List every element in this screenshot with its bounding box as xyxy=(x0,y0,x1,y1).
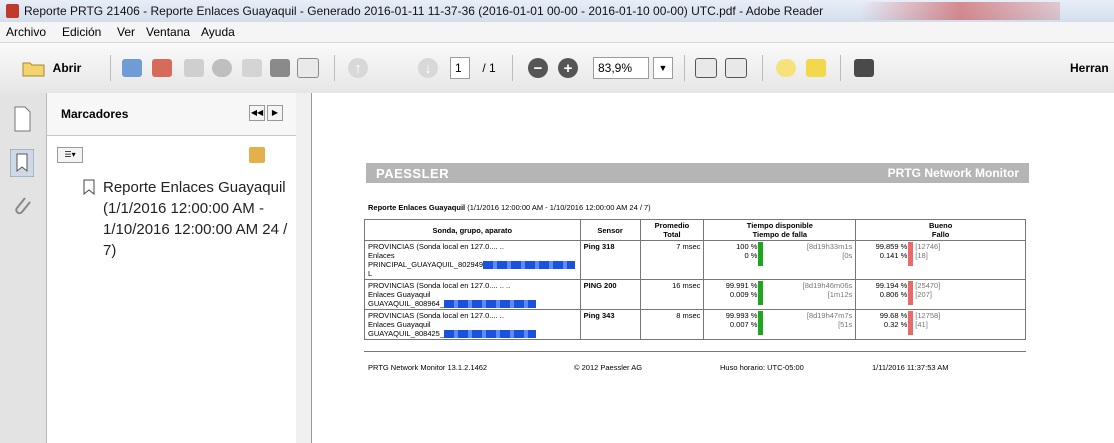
bookmarks-panel: Marcadores ◀◀ ▶ ☰▾ Reporte Enlaces Guaya… xyxy=(47,93,297,443)
col-good: Bueno Fallo xyxy=(855,219,1026,241)
table-row: PROVINCIAS (Sonda local en 127.0.... .. … xyxy=(364,239,1026,281)
expand-right-icon[interactable]: ▶ xyxy=(267,105,283,121)
footer-version: PRTG Network Monitor 13.1.2.1462 xyxy=(368,363,488,372)
zoom-input[interactable]: 83,9% xyxy=(593,57,649,79)
next-page-icon[interactable]: ↓ xyxy=(416,57,440,79)
report-table: Sonda, grupo, aparato Sensor Promedio Tot… xyxy=(364,219,1026,341)
good-bar xyxy=(908,311,914,336)
probe-label: PROVINCIAS (Sonda local en 127.0.... .. xyxy=(368,242,504,251)
page-thumbnails-icon[interactable] xyxy=(10,105,34,133)
collapse-left-icon[interactable]: ◀◀ xyxy=(249,105,265,121)
bookmark-item-icon xyxy=(83,179,95,196)
document-view: PAESSLER PRTG Network Monitor Reporte En… xyxy=(312,93,1114,443)
paessler-logo: PAESSLER xyxy=(376,166,450,181)
menu-archivo[interactable]: Archivo xyxy=(6,25,46,39)
probe-label: PROVINCIAS (Sonda local en 127.0.... .. … xyxy=(368,281,511,291)
save-icon[interactable] xyxy=(240,57,264,79)
uptime-bar xyxy=(758,281,764,306)
sign-icon[interactable] xyxy=(182,57,206,79)
menu-ventana[interactable]: Ventana xyxy=(146,25,190,39)
zoom-in-icon[interactable]: + xyxy=(556,57,580,79)
menu-ayuda[interactable]: Ayuda xyxy=(201,25,235,39)
sensor-name: Ping 318 xyxy=(583,242,615,251)
print-icon[interactable] xyxy=(268,57,292,79)
open-folder-icon[interactable] xyxy=(20,57,48,79)
average-value: 8 msec xyxy=(639,309,705,341)
good-bar xyxy=(908,281,914,306)
page-total: / 1 xyxy=(482,61,496,75)
menu-bar: Archivo Edición Ver Ventana Ayuda xyxy=(0,22,1114,42)
group-label: Enlaces Guayaquil xyxy=(368,290,431,300)
device-label: PRINCIPAL_GUAYAQUIL_802949 xyxy=(368,260,484,269)
table-row: PROVINCIAS (Sonda local en 127.0.... .. … xyxy=(364,279,1026,311)
zoom-out-icon[interactable]: − xyxy=(526,57,550,79)
main-toolbar: Abrir ↑ ↓ 1 / 1 − + 83,9% ▼ Herran xyxy=(0,42,1114,94)
window-title: Reporte PRTG 21406 - Reporte Enlaces Gua… xyxy=(24,4,824,18)
col-device: Sonda, grupo, aparato xyxy=(364,219,581,241)
page-number-input[interactable]: 1 xyxy=(450,57,470,79)
uptime-bar xyxy=(758,311,764,336)
table-row: PROVINCIAS (Sonda local en 127.0.... .. … xyxy=(364,309,1026,341)
col-uptime: Tiempo disponible Tiempo de falla xyxy=(703,219,857,241)
previous-page-icon[interactable]: ↑ xyxy=(346,57,370,79)
device-label: GUAYAQUIL_808425_ xyxy=(368,329,445,339)
sensor-name: Ping 343 xyxy=(583,311,615,321)
bookmark-item[interactable]: Reporte Enlaces Guayaquil (1/1/2016 12:0… xyxy=(103,177,289,261)
fit-width-icon[interactable] xyxy=(724,57,748,79)
group-label: Enlaces xyxy=(368,251,395,260)
bookmarks-icon[interactable] xyxy=(9,148,35,178)
good-bar xyxy=(908,242,914,266)
footer-timezone: Huso horario: UTC-05:00 xyxy=(720,363,804,372)
average-value: 7 msec xyxy=(639,239,705,281)
redacted-device-name xyxy=(483,261,576,270)
device-label: GUAYAQUIL_808964_ xyxy=(368,299,445,309)
redacted-device-name xyxy=(444,300,537,309)
uptime-bar xyxy=(758,242,764,266)
combine-files-icon[interactable] xyxy=(150,57,174,79)
navigation-pane xyxy=(0,93,47,443)
bookmark-options-icon[interactable]: ☰▾ xyxy=(57,147,83,163)
prtg-brand: PRTG Network Monitor xyxy=(887,166,1019,180)
delete-bookmark-icon[interactable] xyxy=(249,147,265,163)
adobe-reader-app-icon xyxy=(6,4,19,18)
col-sensor: Sensor xyxy=(579,219,641,241)
title-bar-highlight xyxy=(860,2,1060,20)
probe-label: PROVINCIAS (Sonda local en 127.0.... .. xyxy=(368,311,504,321)
footer-generated: 1/11/2016 11:37:53 AM xyxy=(872,363,949,372)
menu-edicion[interactable]: Edición xyxy=(62,25,101,39)
create-pdf-icon[interactable] xyxy=(120,57,144,79)
full-screen-icon[interactable] xyxy=(852,57,876,79)
fit-page-icon[interactable] xyxy=(694,57,718,79)
table-bottom-rule xyxy=(364,351,1026,352)
comment-icon[interactable] xyxy=(774,57,798,79)
sensor-name: PING 200 xyxy=(583,281,617,291)
zoom-dropdown-chevron-icon[interactable]: ▼ xyxy=(652,57,674,79)
report-title: Reporte Enlaces Guayaquil (1/1/2016 12:0… xyxy=(368,203,651,212)
window-title-bar: Reporte PRTG 21406 - Reporte Enlaces Gua… xyxy=(0,0,1114,23)
average-value: 16 msec xyxy=(639,279,705,311)
email-icon[interactable] xyxy=(296,57,320,79)
report-banner: PAESSLER PRTG Network Monitor xyxy=(366,163,1029,183)
tools-button[interactable]: Herran xyxy=(1070,57,1114,79)
col-average: Promedio Total xyxy=(639,219,705,241)
footer-copyright: © 2012 Paessler AG xyxy=(574,363,643,372)
cloud-upload-icon[interactable] xyxy=(210,57,234,79)
pane-splitter[interactable] xyxy=(296,93,312,443)
group-label: Enlaces Guayaquil xyxy=(368,320,431,330)
open-button[interactable]: Abrir xyxy=(52,57,82,79)
redacted-device-name xyxy=(444,330,537,339)
menu-ver[interactable]: Ver xyxy=(117,25,135,39)
highlight-icon[interactable] xyxy=(804,57,828,79)
attachments-paperclip-icon[interactable] xyxy=(10,193,34,221)
bookmarks-header: Marcadores xyxy=(61,107,129,121)
